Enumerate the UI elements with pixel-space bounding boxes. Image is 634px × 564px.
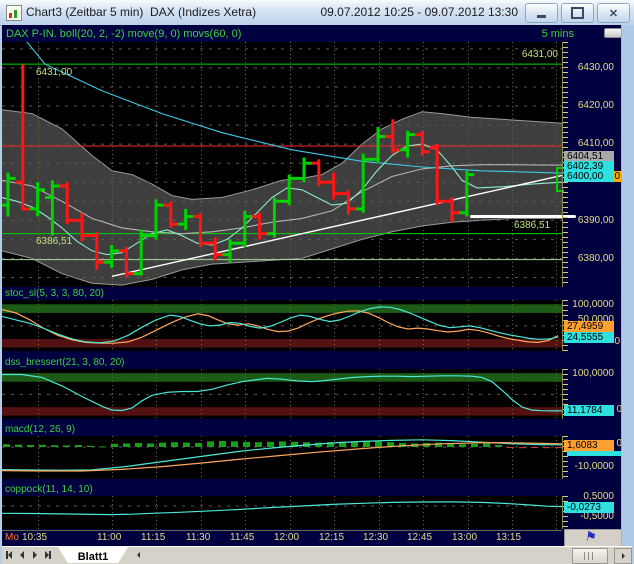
dss-panel[interactable] <box>2 369 562 419</box>
tab-nav-last-button[interactable] <box>41 548 54 562</box>
time-axis-label: 11:45 <box>230 532 255 543</box>
axis-label: 100,0000 <box>572 299 614 310</box>
time-axis-label: 11:30 <box>186 532 211 543</box>
restore-icon <box>571 7 584 19</box>
axis-label: 100,0000 <box>572 368 614 379</box>
titlebar[interactable]: Chart3 (Zeitbar 5 min) DAX (Indizes Xetr… <box>0 0 634 26</box>
app-window: Chart3 (Zeitbar 5 min) DAX (Indizes Xetr… <box>0 0 634 564</box>
value-chip: -0,0273 <box>564 502 614 513</box>
timeframe-label: 5 mins <box>541 28 574 40</box>
time-axis-label: 12:30 <box>363 532 389 543</box>
level-label: 6431,00 <box>36 67 73 78</box>
panel-label-stochastic: stoc_sl(5, 3, 3, 80, 20) <box>5 288 104 299</box>
time-axis-label: 12:15 <box>319 532 345 543</box>
scroll-right-icon <box>621 553 625 559</box>
window-title: Chart3 (Zeitbar 5 min) DAX (Indizes Xetr… <box>26 5 257 19</box>
value-chip: 6400,00 <box>564 171 614 182</box>
time-axis-divider <box>2 530 562 531</box>
value-chip: 24,5555 <box>564 332 614 343</box>
tab-nav-prev-button[interactable] <box>15 548 28 562</box>
tab-label: Blatt1 <box>77 551 109 563</box>
level-label: 6386,51 <box>36 236 73 247</box>
axis-label: 6380,00 <box>577 253 614 264</box>
time-axis-label: 12:00 <box>274 532 300 543</box>
titlebar-date-range: 09.07.2012 10:25 - 09.07.2012 13:30 <box>320 5 518 19</box>
tab-nav-next-button[interactable] <box>28 548 41 562</box>
time-axis-label: 10:35 <box>22 532 48 543</box>
prev-tab-icon <box>19 551 24 559</box>
time-axis-label: 13:15 <box>496 532 522 543</box>
sheet-tabbar: Blatt1 <box>2 546 632 564</box>
axis-label: 0 <box>614 336 620 347</box>
axis-label: 6410,00 <box>577 138 614 149</box>
horizontal-scrollbar-thumb[interactable] <box>572 548 608 564</box>
value-chip: 27,4959 <box>564 321 614 332</box>
coppock-panel[interactable] <box>2 496 562 529</box>
close-button[interactable] <box>597 3 630 23</box>
value-chip: 1,6083 <box>564 440 614 451</box>
window-edge <box>621 25 634 546</box>
level-label: 6386,51 <box>514 220 551 231</box>
time-axis-label: 13:00 <box>452 532 478 543</box>
axis-label: 6420,00 <box>577 100 614 111</box>
tab-nav-first-button[interactable] <box>2 548 15 562</box>
panel-label-dss: dss_bressert(21, 3, 80, 20) <box>5 357 125 368</box>
panel-label-coppock: coppock(11, 14, 10) <box>5 484 93 495</box>
minimize-button[interactable] <box>525 3 558 23</box>
restore-button[interactable] <box>561 3 594 23</box>
next-tab-icon <box>32 551 37 559</box>
scrollbar-right-button[interactable] <box>614 548 632 564</box>
time-axis-label: 11:00 <box>97 532 122 543</box>
price-chip-sliver <box>567 451 622 456</box>
tab-scroll-left-button[interactable] <box>132 549 144 561</box>
panel-label-macd: macd(12, 26, 9) <box>5 424 76 435</box>
axis-label: 6390,00 <box>577 215 614 226</box>
window-icon <box>6 5 22 21</box>
tab-blatt1[interactable]: Blatt1 <box>58 547 128 563</box>
scroll-left-icon <box>136 552 140 558</box>
axis-label: 0,5000 <box>583 491 614 502</box>
minimize-icon <box>537 14 546 18</box>
level-label-right: 6431,00 <box>521 49 558 60</box>
axis-label: 6430,00 <box>577 62 614 73</box>
time-axis-label: 11:15 <box>141 532 166 543</box>
first-tab-icon <box>7 551 12 559</box>
manual-horizontal-line[interactable] <box>470 215 576 218</box>
chart-tool-button[interactable] <box>564 529 623 547</box>
stochastic-panel[interactable] <box>2 300 562 351</box>
axis-label: -10,0000 <box>574 461 614 472</box>
close-icon <box>609 4 618 22</box>
value-chip: 11,1784 <box>564 405 614 416</box>
time-axis-day-label: Mo <box>5 532 19 543</box>
instrument-indicator-label: DAX P-IN. boll(20, 2, -2) move(9, 0) mov… <box>6 28 242 40</box>
macd-panel[interactable] <box>2 436 562 479</box>
main-price-chart[interactable] <box>2 42 562 287</box>
time-axis-label: 12:45 <box>407 532 433 543</box>
panel-collapse-button[interactable] <box>604 28 622 38</box>
